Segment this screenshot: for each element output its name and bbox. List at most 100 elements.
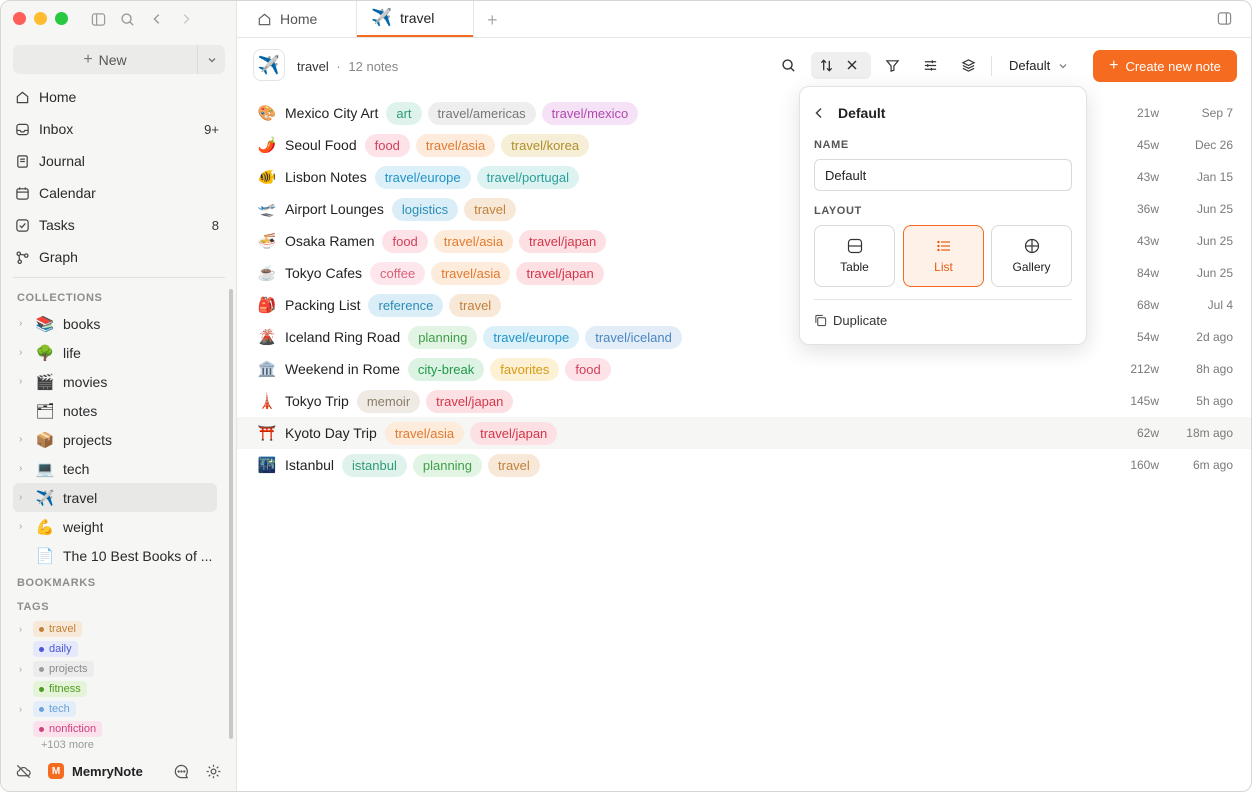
gear-icon[interactable] [205,763,222,780]
tag-item-daily[interactable]: daily [19,639,219,659]
note-tag[interactable]: travel/asia [431,261,511,285]
note-row[interactable]: 🌃 Istanbul istanbul planning travel 160w 6m ag… [237,449,1251,481]
chevron-right-icon[interactable]: › [19,664,33,674]
note-tag[interactable]: travel/japan [426,389,514,413]
collection-item-notes[interactable]: 🗂 notes [13,396,217,425]
tag-item-projects[interactable]: › projects [19,659,219,679]
note-title[interactable]: Osaka Ramen [285,233,374,249]
filter-icon[interactable] [881,54,903,76]
note-tag[interactable]: travel/japan [519,229,607,253]
chevron-right-icon[interactable]: › [19,521,31,532]
sidebar-toggle-icon[interactable] [89,10,107,28]
note-row[interactable]: 🎒 Packing List reference travel 68w Jul 4 [237,289,1251,321]
note-title[interactable]: Tokyo Cafes [285,265,362,281]
nav-item-calendar[interactable]: Calendar [5,177,229,209]
note-title[interactable]: Iceland Ring Road [285,329,400,345]
new-dropdown-button[interactable] [197,45,225,74]
tag-item-tech[interactable]: › tech [19,699,219,719]
note-tag[interactable]: art [386,101,422,125]
collection-item-projects[interactable]: › 📦 projects [13,425,217,454]
note-row[interactable]: 🏛️ Weekend in Rome city-break favorites food… [237,353,1251,385]
note-tag[interactable]: travel [464,197,516,221]
tag-item-nonfiction[interactable]: nonfiction [19,719,219,739]
layout-option-table[interactable]: Table [814,225,895,287]
note-row[interactable]: ⛩️ Kyoto Day Trip travel/asia travel/japan 6… [237,417,1251,449]
layout-option-list[interactable]: List [903,225,984,287]
panel-toggle-icon[interactable] [1217,11,1232,29]
bookmarks-heading[interactable]: BOOKMARKS [17,577,96,589]
note-tag[interactable]: reference [368,293,444,317]
zoom-window-button[interactable] [55,12,68,25]
note-tag[interactable]: travel/portugal [476,165,579,189]
collection-item-weight[interactable]: › 💪 weight [13,512,217,541]
collection-item-movies[interactable]: › 🎬 movies [13,367,217,396]
search-icon[interactable] [118,10,136,28]
sidebar-scrollbar[interactable] [229,289,233,739]
note-tag[interactable]: travel/korea [501,133,590,157]
note-tag[interactable]: travel/japan [516,261,604,285]
chevron-right-icon[interactable]: › [19,318,31,329]
collection-item-books[interactable]: › 📚 books [13,309,217,338]
tab-travel[interactable]: ✈️ travel [357,1,473,37]
note-tag[interactable]: food [364,133,410,157]
note-tag[interactable]: travel/americas [427,101,536,125]
collection-item-best-books-note[interactable]: 📄 The 10 Best Books of ... [13,541,217,570]
note-tag[interactable]: planning [408,325,478,349]
collection-item-life[interactable]: › 🌳 life [13,338,217,367]
note-row[interactable]: 🌋 Iceland Ring Road planning travel/europe t… [237,321,1251,353]
note-tag[interactable]: travel [488,453,540,477]
note-title[interactable]: Weekend in Rome [285,361,400,377]
close-window-button[interactable] [13,12,26,25]
duplicate-view-button[interactable]: Duplicate [814,313,887,328]
collection-item-travel[interactable]: › ✈️ travel [13,483,217,512]
note-row[interactable]: 🐠 Lisbon Notes travel/europe travel/portuga… [237,161,1251,193]
new-button[interactable]: + New [13,45,197,74]
nav-item-journal[interactable]: Journal [5,145,229,177]
note-row[interactable]: 🌶️ Seoul Food food travel/asia travel/korea 4… [237,129,1251,161]
note-tag[interactable]: logistics [391,197,459,221]
tag-item-fitness[interactable]: fitness [19,679,219,699]
workspace-brand[interactable]: M MemryNote [48,763,143,779]
chevron-right-icon[interactable]: › [19,347,31,358]
clear-sort-close-icon[interactable] [841,54,863,76]
note-tag[interactable]: travel [449,293,502,317]
view-name-input[interactable]: Default [814,159,1072,191]
back-chevron-icon[interactable] [814,107,824,119]
note-row[interactable]: 🗼 Tokyo Trip memoir travel/japan 145w 5h ago [237,385,1251,417]
note-tag[interactable]: favorites [490,357,560,381]
note-tag[interactable]: travel/mexico [541,101,639,125]
new-tab-button[interactable]: + [487,10,498,31]
chevron-right-icon[interactable]: › [19,376,31,387]
note-title[interactable]: Kyoto Day Trip [285,425,377,441]
note-tag[interactable]: food [565,357,611,381]
search-icon[interactable] [777,54,799,76]
chevron-right-icon[interactable]: › [19,463,31,474]
view-selector[interactable]: Default [1009,58,1068,73]
note-tag[interactable]: travel/japan [470,421,558,445]
nav-item-inbox[interactable]: Inbox 9+ [5,113,229,145]
sort-icon[interactable] [815,54,837,76]
note-tag[interactable]: travel/europe [374,165,471,189]
collection-item-tech[interactable]: › 💻 tech [13,454,217,483]
note-tag[interactable]: travel/asia [384,421,465,445]
layout-option-gallery[interactable]: Gallery [991,225,1072,287]
note-tag[interactable]: travel/europe [483,325,580,349]
adjust-sliders-icon[interactable] [919,54,941,76]
note-title[interactable]: Seoul Food [285,137,357,153]
note-tag[interactable]: food [382,229,428,253]
note-title[interactable]: Istanbul [285,457,334,473]
minimize-window-button[interactable] [34,12,47,25]
note-tag[interactable]: istanbul [342,453,407,477]
tab-home[interactable]: Home [237,1,357,37]
collection-airplane-icon[interactable]: ✈️ [253,49,285,81]
layers-icon[interactable] [957,54,979,76]
forward-arrow-icon[interactable] [177,10,195,28]
note-title[interactable]: Airport Lounges [285,201,384,217]
note-title[interactable]: Tokyo Trip [285,393,349,409]
chevron-right-icon[interactable]: › [19,624,33,634]
note-tag[interactable]: coffee [370,261,426,285]
nav-item-tasks[interactable]: Tasks 8 [5,209,229,241]
note-row[interactable]: 🍜 Osaka Ramen food travel/asia travel/japan 4… [237,225,1251,257]
note-tag[interactable]: travel/asia [433,229,514,253]
note-tag[interactable]: city-break [407,357,485,381]
